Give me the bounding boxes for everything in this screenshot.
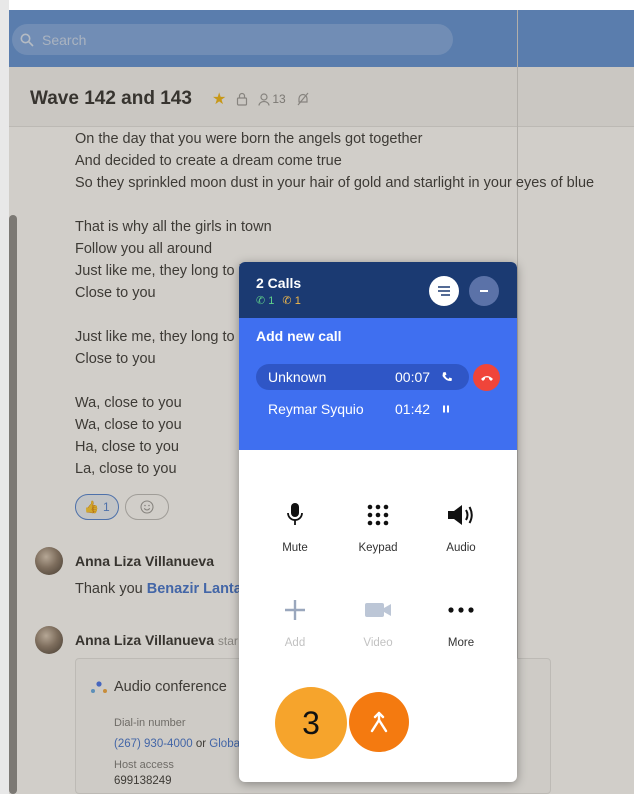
message-author: Anna Liza Villanueva star xyxy=(75,632,238,648)
left-edge xyxy=(0,0,9,794)
message-meta: star xyxy=(217,634,238,648)
active-calls-count: ✆ 1 xyxy=(256,294,274,307)
microphone-icon xyxy=(287,503,303,525)
hang-up-icon xyxy=(480,375,493,381)
mute-label: Mute xyxy=(282,542,308,554)
avatar[interactable] xyxy=(35,547,63,575)
bell-muted-icon[interactable] xyxy=(296,92,310,106)
line: And decided to create a dream come true xyxy=(75,153,342,169)
mention-link[interactable]: Benazir Lantan xyxy=(147,581,251,597)
call-counts: ✆ 1 ✆ 1 xyxy=(256,294,301,307)
conference-title: Audio conference xyxy=(90,679,227,695)
dialin-label: Dial-in number xyxy=(114,717,186,729)
speaker-icon xyxy=(448,505,473,525)
phone-hold-icon: ✆ xyxy=(282,295,292,307)
lock-icon[interactable] xyxy=(236,92,248,106)
caller-name: Unknown xyxy=(268,369,327,385)
mute-button[interactable]: Mute xyxy=(255,498,335,554)
held-count: 1 xyxy=(294,295,301,307)
minus-icon xyxy=(480,290,488,292)
line: Close to you xyxy=(75,285,156,301)
member-count: 13 xyxy=(272,92,286,106)
host-access-code: 699138249 xyxy=(114,775,172,787)
line: Wa, close to you xyxy=(75,395,182,411)
phone-active-icon: ✆ xyxy=(256,295,266,307)
thumbs-up-icon: 👍 xyxy=(84,500,99,514)
star-icon[interactable]: ★ xyxy=(212,89,226,109)
keypad-icon xyxy=(367,504,389,526)
dialin-number-link[interactable]: (267) 930-4000 xyxy=(114,738,193,750)
stanza: On the day that you were born the angels… xyxy=(75,128,594,194)
conversation-title: Wave 142 and 143 xyxy=(30,88,192,109)
step-number-badge: 3 xyxy=(275,687,347,759)
message-text: Thank you Benazir Lantan xyxy=(75,581,251,597)
more-button[interactable]: More xyxy=(421,593,501,649)
plus-icon xyxy=(285,600,305,620)
audio-label: Audio xyxy=(446,542,476,554)
phone-icon xyxy=(442,372,452,382)
merge-calls-button[interactable] xyxy=(349,692,409,752)
members-button[interactable]: 13 xyxy=(258,92,286,106)
line: So they sprinkled moon dust in your hair… xyxy=(75,175,595,191)
more-label: More xyxy=(447,637,475,649)
call-panel-header: 2 Calls ✆ 1 ✆ 1 xyxy=(239,262,517,318)
person-icon xyxy=(258,92,270,106)
dialin-row: (267) 930-4000 or Globa xyxy=(114,738,240,750)
smiley-icon xyxy=(140,500,154,514)
video-button[interactable]: Video xyxy=(338,593,418,649)
reaction-count: 1 xyxy=(102,500,110,514)
held-calls-count: ✆ 1 xyxy=(282,294,300,307)
list-icon xyxy=(438,286,450,296)
search-placeholder: Search xyxy=(42,31,87,48)
line: Close to you xyxy=(75,351,156,367)
host-access-label: Host access xyxy=(114,759,174,771)
global-numbers-link[interactable]: Globa xyxy=(209,738,240,750)
search-icon xyxy=(20,33,34,47)
message-author[interactable]: Anna Liza Villanueva xyxy=(75,553,214,569)
video-label: Video xyxy=(363,637,393,649)
call-duration: 01:42 xyxy=(395,401,431,417)
keypad-button[interactable]: Keypad xyxy=(338,498,418,554)
add-label: Add xyxy=(284,637,306,649)
conference-icon xyxy=(91,681,107,693)
avatar[interactable] xyxy=(35,626,63,654)
more-icon xyxy=(448,607,474,613)
header-icons: ★ 13 xyxy=(212,89,310,109)
active-call-row[interactable]: Unknown 00:07 xyxy=(256,364,469,390)
calls-section: Add new call Unknown 00:07 Reymar Syquio… xyxy=(239,318,517,450)
add-reaction-button[interactable] xyxy=(124,494,169,520)
held-call-row[interactable]: Reymar Syquio 01:42 xyxy=(256,396,469,422)
conference-title-text: Audio conference xyxy=(114,679,227,695)
minimize-button[interactable] xyxy=(469,276,499,306)
add-button[interactable]: Add xyxy=(255,593,335,649)
reactions-bar: 👍 1 xyxy=(75,494,169,520)
dialin-or: or xyxy=(195,738,207,750)
author-name[interactable]: Anna Liza Villanueva xyxy=(75,632,214,648)
line: Follow you all around xyxy=(75,241,213,257)
call-duration: 00:07 xyxy=(395,369,431,385)
pause-icon xyxy=(443,405,449,413)
thumbs-up-reaction[interactable]: 👍 1 xyxy=(75,494,119,520)
calls-title: 2 Calls xyxy=(256,275,302,291)
line: La, close to you xyxy=(75,461,177,477)
video-camera-icon xyxy=(365,603,391,617)
message-text-prefix: Thank you xyxy=(75,581,147,597)
caller-name: Reymar Syquio xyxy=(268,401,364,417)
conversation-header: Wave 142 and 143 ★ 13 xyxy=(9,67,634,127)
keypad-label: Keypad xyxy=(358,542,398,554)
search-input[interactable]: Search xyxy=(12,24,453,55)
call-list-button[interactable] xyxy=(429,276,459,306)
audio-button[interactable]: Audio xyxy=(421,498,501,554)
add-new-call-button[interactable]: Add new call xyxy=(256,328,342,344)
line: Ha, close to you xyxy=(75,439,179,455)
merge-icon xyxy=(370,711,388,733)
line: Just like me, they long to b xyxy=(75,329,247,345)
line: On the day that you were born the angels… xyxy=(75,131,423,147)
line: Wa, close to you xyxy=(75,417,182,433)
line: That is why all the girls in town xyxy=(75,219,272,235)
scrollbar[interactable] xyxy=(9,215,17,794)
line: Just like me, they long to b xyxy=(75,263,247,279)
hang-up-button[interactable] xyxy=(473,364,500,391)
active-count: 1 xyxy=(268,295,275,307)
